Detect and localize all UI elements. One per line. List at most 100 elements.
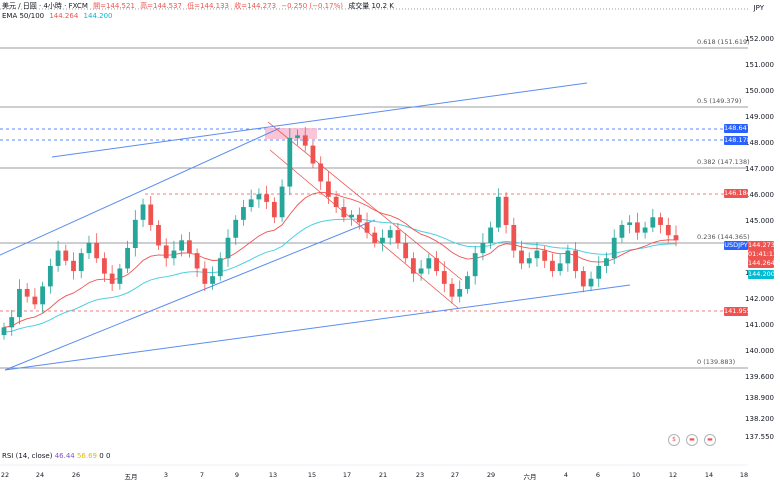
candle-body [24, 288, 30, 297]
candle-body [241, 207, 246, 220]
flag-icon[interactable]: ▬ [704, 434, 716, 446]
fib-level-label: 0.618 (151.619) [697, 38, 750, 46]
time-tick: 15 [307, 471, 317, 479]
rsi-legend[interactable]: RSI (14, close) 46.44 56.69 0 0 [2, 452, 110, 460]
time-tick: 22 [0, 471, 10, 479]
time-tick: 3 [163, 471, 169, 479]
candle-body [495, 196, 501, 228]
rsi-value: 46.44 [54, 452, 75, 460]
candle-body [217, 258, 223, 277]
time-tick: 4 [563, 471, 569, 479]
price-tick: 140.000 [745, 347, 774, 355]
price-tag: 146.184 [724, 189, 751, 198]
candle-body [372, 232, 378, 243]
resistance-zone [265, 128, 317, 139]
candle-body [380, 237, 385, 243]
rsi-ma-value: 56.69 [76, 452, 98, 460]
ema-legend[interactable]: EMA 50/100 144.264 144.200 [2, 12, 115, 21]
candle-body [526, 258, 532, 264]
candle-body [619, 224, 625, 238]
candle-body [248, 199, 254, 208]
ema-label: EMA 50/100 [2, 12, 45, 20]
time-tick: 24 [35, 471, 45, 479]
ohlc-legend: 美元 / 日圓 · 4小時 · FXCM 開=144.521 高=144.537… [2, 2, 397, 11]
candle-body [140, 204, 146, 220]
price-tick: 139.600 [745, 373, 774, 381]
high-value: 高=144.537 [140, 2, 182, 10]
price-tick: 149.000 [745, 113, 774, 121]
candle-body [117, 268, 123, 284]
candle-body [125, 248, 130, 269]
flag-icon[interactable]: ▬ [686, 434, 698, 446]
candle-body [9, 317, 15, 328]
ema50-value: 144.264 [49, 12, 79, 20]
candle-body [179, 240, 185, 251]
candle-body [596, 265, 602, 279]
candle-body [395, 230, 401, 243]
candle-body [580, 271, 586, 287]
support-trendline [4, 284, 631, 371]
fib-level-label: 0.5 (149.379) [697, 97, 742, 105]
candle-body [480, 242, 486, 254]
time-tick: 26 [71, 471, 81, 479]
candle-body [71, 260, 76, 272]
symbol-tag: USDJPY [724, 241, 748, 250]
time-tick: 6 [595, 471, 601, 479]
candle-body [310, 145, 316, 164]
price-tick: 150.000 [745, 87, 774, 95]
candle-body [264, 194, 270, 202]
candle-body [210, 276, 215, 284]
candle-body [78, 253, 84, 272]
candle-body [426, 258, 432, 269]
candle-body [627, 222, 633, 225]
candle-body [63, 250, 69, 261]
volume-value: 成交量 10.2 K [348, 2, 394, 10]
fib-level-label: 0.382 (147.138) [697, 158, 750, 166]
event-icon[interactable]: $ [668, 434, 680, 446]
candle-body [202, 268, 208, 284]
last-price-tag: 144.273 [748, 241, 775, 250]
candle-body [403, 242, 409, 259]
time-tick: 六月 [523, 473, 537, 481]
time-tick: 10 [631, 471, 641, 479]
price-tick: 151.000 [745, 61, 774, 69]
time-tick: 五月 [124, 473, 138, 481]
candle-body [1, 327, 7, 336]
price-tick: 138.200 [745, 415, 774, 423]
candle-body [341, 207, 347, 218]
candle-body [287, 137, 293, 187]
fib-level-label: 0 (139.883) [697, 358, 736, 366]
candle-body [557, 263, 563, 272]
candle-body [457, 288, 463, 297]
close-value: 收=144.273 [234, 2, 277, 10]
event-markers: $ ▬ ▬ [668, 434, 716, 446]
candle-body [634, 222, 640, 233]
price-chart[interactable] [0, 0, 780, 483]
countdown-tag: 01:41:13 [748, 250, 778, 259]
price-tick: 141.000 [745, 321, 774, 329]
candle-body [186, 240, 192, 254]
time-tick: 14 [704, 471, 714, 479]
ema100-value: 144.200 [83, 12, 113, 20]
low-value: 低=144.133 [187, 2, 229, 10]
candle-body [588, 278, 594, 287]
time-tick: 18 [739, 471, 749, 479]
candle-body [349, 214, 354, 218]
ema50-tag: 144.264 [748, 259, 775, 268]
candle-body [194, 253, 200, 269]
candle-body [434, 258, 439, 272]
candle-body [642, 227, 648, 233]
symbol-title[interactable]: 美元 / 日圓 · 4小時 · FXCM [2, 2, 88, 10]
candle-body [233, 219, 239, 238]
candle-body [225, 237, 231, 259]
candle-body [418, 268, 424, 274]
candle-body [611, 237, 617, 259]
candle-body [449, 283, 455, 297]
price-tick: 142.000 [745, 295, 774, 303]
candle-body [387, 230, 393, 238]
time-tick: 7 [199, 471, 205, 479]
chart-area[interactable]: 美元 / 日圓 · 4小時 · FXCM 開=144.521 高=144.537… [0, 0, 780, 483]
time-tick: 12 [668, 471, 678, 479]
candle-body [156, 224, 161, 246]
candle-body [364, 222, 370, 233]
